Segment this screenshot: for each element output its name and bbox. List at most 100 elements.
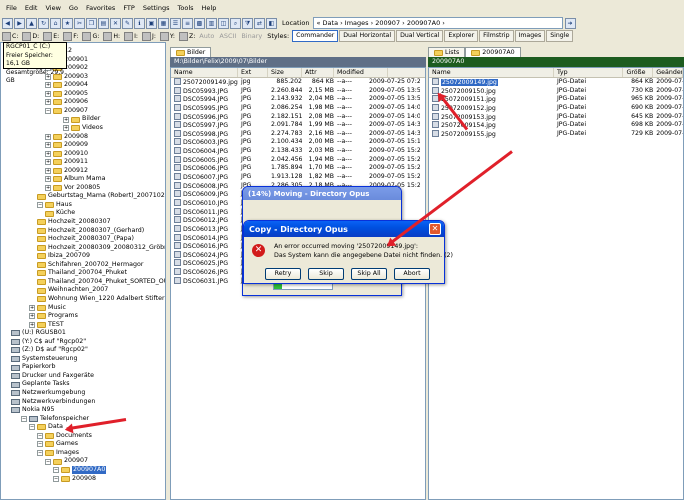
tree-item[interactable]: + Videos [63,124,103,132]
ftp-mode-ascii[interactable]: ASCII [219,32,236,40]
table-row[interactable]: DSC06004.JPG JPG 2.138.433 2,03 MB --a--- 200… [171,147,425,156]
tree-item[interactable]: Hochzeit_20080307_(Papa) [37,235,134,243]
style-button-commander[interactable]: Commander [292,30,339,42]
menu-view[interactable]: View [41,4,64,12]
tab-200907a0[interactable]: 200907A0 [465,47,521,57]
table-row[interactable]: 25072009149.jpg jpg 885.202 864 KB --a--- 200… [171,78,425,87]
style-button-explorer[interactable]: Explorer [444,30,479,42]
tree-item[interactable]: − 200907A0 [53,465,107,475]
tree-item[interactable]: Küche [45,209,75,217]
tree-item[interactable]: Geburtstag_Mama (Robert)_20071024 [37,192,165,200]
drive-button-d[interactable]: D: [22,31,39,41]
location-field[interactable]: « Data › Images › 200907 › 200907A0 › [312,17,563,29]
style-button-dual-horizontal[interactable]: Dual Horizontal [339,30,396,42]
go-icon[interactable]: ➜ [564,17,576,29]
table-row[interactable]: DSC06003.JPG JPG 2.100.434 2,00 MB --a--- 200… [171,138,425,147]
delete-icon[interactable]: ✕ [110,17,121,29]
home-icon[interactable]: ⌂ [50,17,61,29]
expand-toggle[interactable]: − [53,467,59,474]
right-file-list[interactable]: Name Typ Größe Geänderl 25072009149.jpg JPG-… [428,67,684,500]
column-header-attr[interactable]: Attr [302,68,334,77]
expand-toggle[interactable]: + [45,142,51,149]
expand-toggle[interactable]: + [45,167,51,174]
expand-toggle[interactable]: + [29,321,35,328]
drive-button-e[interactable]: E: [43,31,59,41]
tree-item[interactable]: + Vor 200805 [45,184,100,192]
table-row[interactable]: DSC06007.JPG JPG 1.913.128 1,82 MB --a--- 200… [171,173,425,182]
table-row[interactable]: 25072009150.jpg JPG-Datei 730 KB 2009-07- [429,86,683,96]
style-button-filmstrip[interactable]: Filmstrip [479,30,514,42]
expand-toggle[interactable]: + [45,159,51,166]
view-details-icon[interactable]: ≡ [182,17,193,29]
drive-button-c[interactable]: C: [2,31,18,41]
menu-settings[interactable]: Settings [139,4,174,12]
tree-item[interactable]: Thailand_200704_Phuket [37,269,127,277]
table-row[interactable]: DSC05995.JPG JPG 2.086.254 1,98 MB --a--- 200… [171,103,425,113]
new-folder-icon[interactable]: ▣ [146,17,157,29]
column-header-geänderl[interactable]: Geänderl [653,68,683,77]
copy-icon[interactable]: ❐ [86,17,97,29]
table-row[interactable]: DSC06006.JPG JPG 1.785.894 1,70 MB --a--- 200… [171,164,425,173]
expand-toggle[interactable]: + [29,313,35,320]
table-row[interactable]: DSC05997.JPG JPG 2.091.784 1,99 MB --a--- 200… [171,121,425,130]
expand-toggle[interactable]: − [53,475,59,482]
style-button-dual-vertical[interactable]: Dual Vertical [396,30,444,42]
table-row[interactable]: DSC06005.JPG JPG 2.042.456 1,94 MB --a--- 200… [171,155,425,165]
column-header-size[interactable]: Size [268,68,302,77]
view-power-icon[interactable]: ▥ [206,17,217,29]
tree-item[interactable]: − Telefonspeicher [21,415,89,423]
expand-toggle[interactable]: + [45,90,51,97]
rename-icon[interactable]: ✎ [122,17,133,29]
drive-button-g[interactable]: G: [82,31,99,41]
view-list-icon[interactable]: ☰ [170,17,181,29]
drive-button-y[interactable]: Y: [159,31,175,41]
sync-icon[interactable]: ⇄ [254,17,265,29]
expand-toggle[interactable]: − [29,424,35,431]
view-large-icon[interactable]: ▦ [158,17,169,29]
ftp-mode-binary[interactable]: Binary [241,32,262,40]
tree-item[interactable]: +200909 [45,141,88,149]
menu-help[interactable]: Help [198,4,221,12]
tree-item[interactable]: + TEST [29,321,64,329]
menu-ftp[interactable]: FTP [119,4,139,12]
table-row[interactable]: DSC05994.JPG JPG 2.143.932 2,04 MB --a--- 200… [171,95,425,104]
flat-view-icon[interactable]: ◫ [218,17,229,29]
drive-button-h[interactable]: H: [103,31,120,41]
tree-item[interactable]: Wohnung Wien_1220 Adalbert Stifter St [37,295,165,303]
column-header-name[interactable]: Name [429,68,554,77]
abort-button[interactable]: Abort [394,268,430,280]
view-thumbs-icon[interactable]: ▩ [194,17,205,29]
paste-icon[interactable]: ▤ [98,17,109,29]
expand-toggle[interactable]: − [45,108,51,115]
menu-file[interactable]: File [2,4,21,12]
cut-icon[interactable]: ✂ [74,17,85,29]
expand-toggle[interactable]: + [29,304,35,311]
skip-button[interactable]: Skip [308,268,344,280]
tree-item[interactable]: Hochzeit_20080307 [37,218,111,226]
tab-bilder[interactable]: Bilder [170,47,212,57]
split-icon[interactable]: ◧ [266,17,277,29]
tree-item[interactable]: − 200907 [45,457,88,465]
folder-tree[interactable]: +0812+200901+200902+200903+200904+200905… [0,42,166,500]
expand-toggle[interactable]: − [37,202,43,209]
expand-toggle[interactable]: + [45,133,51,140]
expand-toggle[interactable]: + [45,150,51,157]
expand-toggle[interactable]: + [45,176,51,183]
tree-item[interactable]: − Haus [37,201,72,209]
column-header-ext[interactable]: Ext [238,68,268,77]
tree-item[interactable]: +200911 [45,158,88,166]
tree-item[interactable]: +200906 [45,98,88,106]
expand-toggle[interactable]: − [37,450,43,457]
table-row[interactable]: DSC05996.JPG JPG 2.182.151 2,08 MB --a--- 200… [171,112,425,122]
column-header-typ[interactable]: Typ [554,68,624,77]
tree-item[interactable]: Thailand_200704_Phuket_SORTED_OUT [37,278,165,286]
tree-item[interactable]: +200912 [45,167,88,175]
tree-item[interactable]: + Programs [29,312,78,320]
favorites-icon[interactable]: ★ [62,17,73,29]
tree-item[interactable]: − 200908 [53,475,96,483]
tree-item[interactable]: Weihnachten_2007 [37,286,108,294]
tree-item[interactable]: (Z:) D$ auf "Rgcp02" [11,346,88,354]
menu-edit[interactable]: Edit [21,4,42,12]
properties-icon[interactable]: ℹ [134,17,145,29]
tree-item[interactable]: Hochzeit_20080309_20080312_Gröbmin [37,244,165,252]
